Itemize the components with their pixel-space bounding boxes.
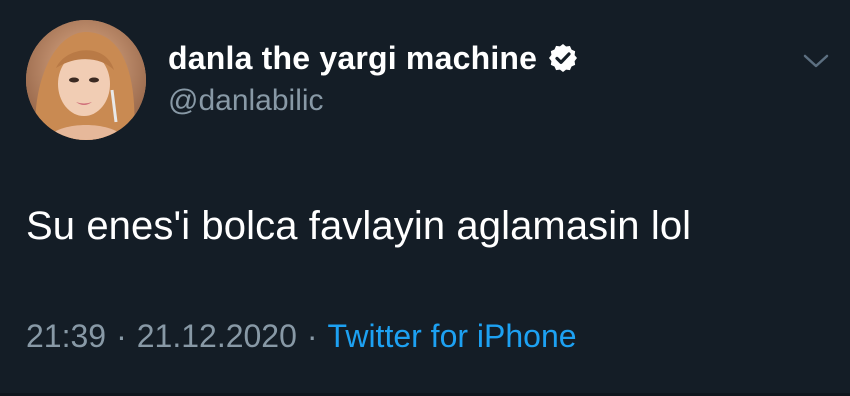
avatar[interactable] xyxy=(26,20,146,140)
tweet-time[interactable]: 21:39 xyxy=(26,318,106,355)
author-row: danla the yargi machine xyxy=(168,36,579,80)
tweet-date[interactable]: 21.12.2020 xyxy=(137,318,297,355)
avatar-image xyxy=(26,20,146,140)
tweet-meta: 21:39 · 21.12.2020 · Twitter for iPhone xyxy=(26,318,577,355)
handle[interactable]: @danlabilic xyxy=(168,84,324,118)
tweet-card: danla the yargi machine @danlabilic Su e… xyxy=(0,0,850,396)
tweet-source-link[interactable]: Twitter for iPhone xyxy=(328,318,577,355)
chevron-down-icon[interactable] xyxy=(802,52,830,70)
verified-badge-icon xyxy=(549,44,578,72)
meta-separator: · xyxy=(116,318,127,354)
meta-separator: · xyxy=(306,318,318,354)
tweet-text: Su enes'i bolca favlayin aglamasin lol xyxy=(26,204,692,248)
display-name[interactable]: danla the yargi machine xyxy=(168,40,537,77)
